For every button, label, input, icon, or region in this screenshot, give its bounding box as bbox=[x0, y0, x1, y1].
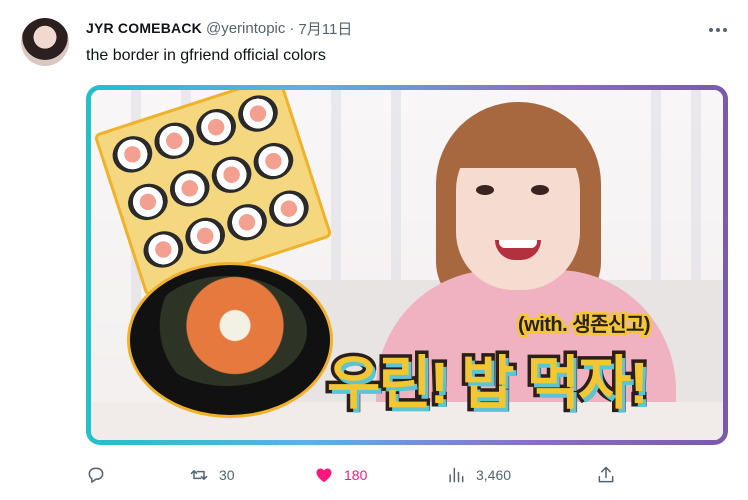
more-options-icon[interactable] bbox=[706, 20, 730, 40]
tweet-header: JYR COMEBACK @yerintopic · 7月11日 bbox=[86, 18, 352, 38]
author-handle[interactable]: @yerintopic bbox=[206, 20, 285, 37]
retweet-icon bbox=[190, 470, 208, 480]
reply-button[interactable] bbox=[86, 460, 106, 490]
avatar[interactable] bbox=[21, 18, 69, 66]
reply-icon bbox=[88, 467, 104, 483]
like-button[interactable]: 180 bbox=[314, 460, 367, 490]
tweet-media-image[interactable]: (with. 생존신고) 우린! 밥 먹자! bbox=[86, 85, 728, 445]
tweet-actions-bar: 30 180 3,460 bbox=[86, 460, 728, 490]
thumbnail-subtitle: (with. 생존신고) bbox=[515, 312, 653, 339]
like-count: 180 bbox=[344, 467, 368, 483]
thumbnail-headline: 우린! 밥 먹자! bbox=[324, 348, 653, 420]
tweet-timestamp[interactable]: 7月11日 bbox=[298, 18, 352, 39]
retweet-count: 30 bbox=[219, 467, 235, 483]
separator-dot: · bbox=[289, 19, 295, 37]
analytics-icon bbox=[449, 467, 464, 483]
author-name[interactable]: JYR COMEBACK bbox=[86, 20, 202, 36]
view-count: 3,460 bbox=[476, 467, 512, 483]
retweet-button[interactable]: 30 bbox=[189, 460, 235, 490]
share-button[interactable] bbox=[596, 460, 616, 490]
share-icon bbox=[598, 466, 614, 483]
views-button[interactable]: 3,460 bbox=[446, 460, 511, 490]
heart-icon bbox=[316, 468, 332, 483]
tweet-text: the border in gfriend official colors bbox=[86, 47, 326, 64]
video-thumbnail: (with. 생존신고) 우린! 밥 먹자! bbox=[91, 90, 723, 440]
